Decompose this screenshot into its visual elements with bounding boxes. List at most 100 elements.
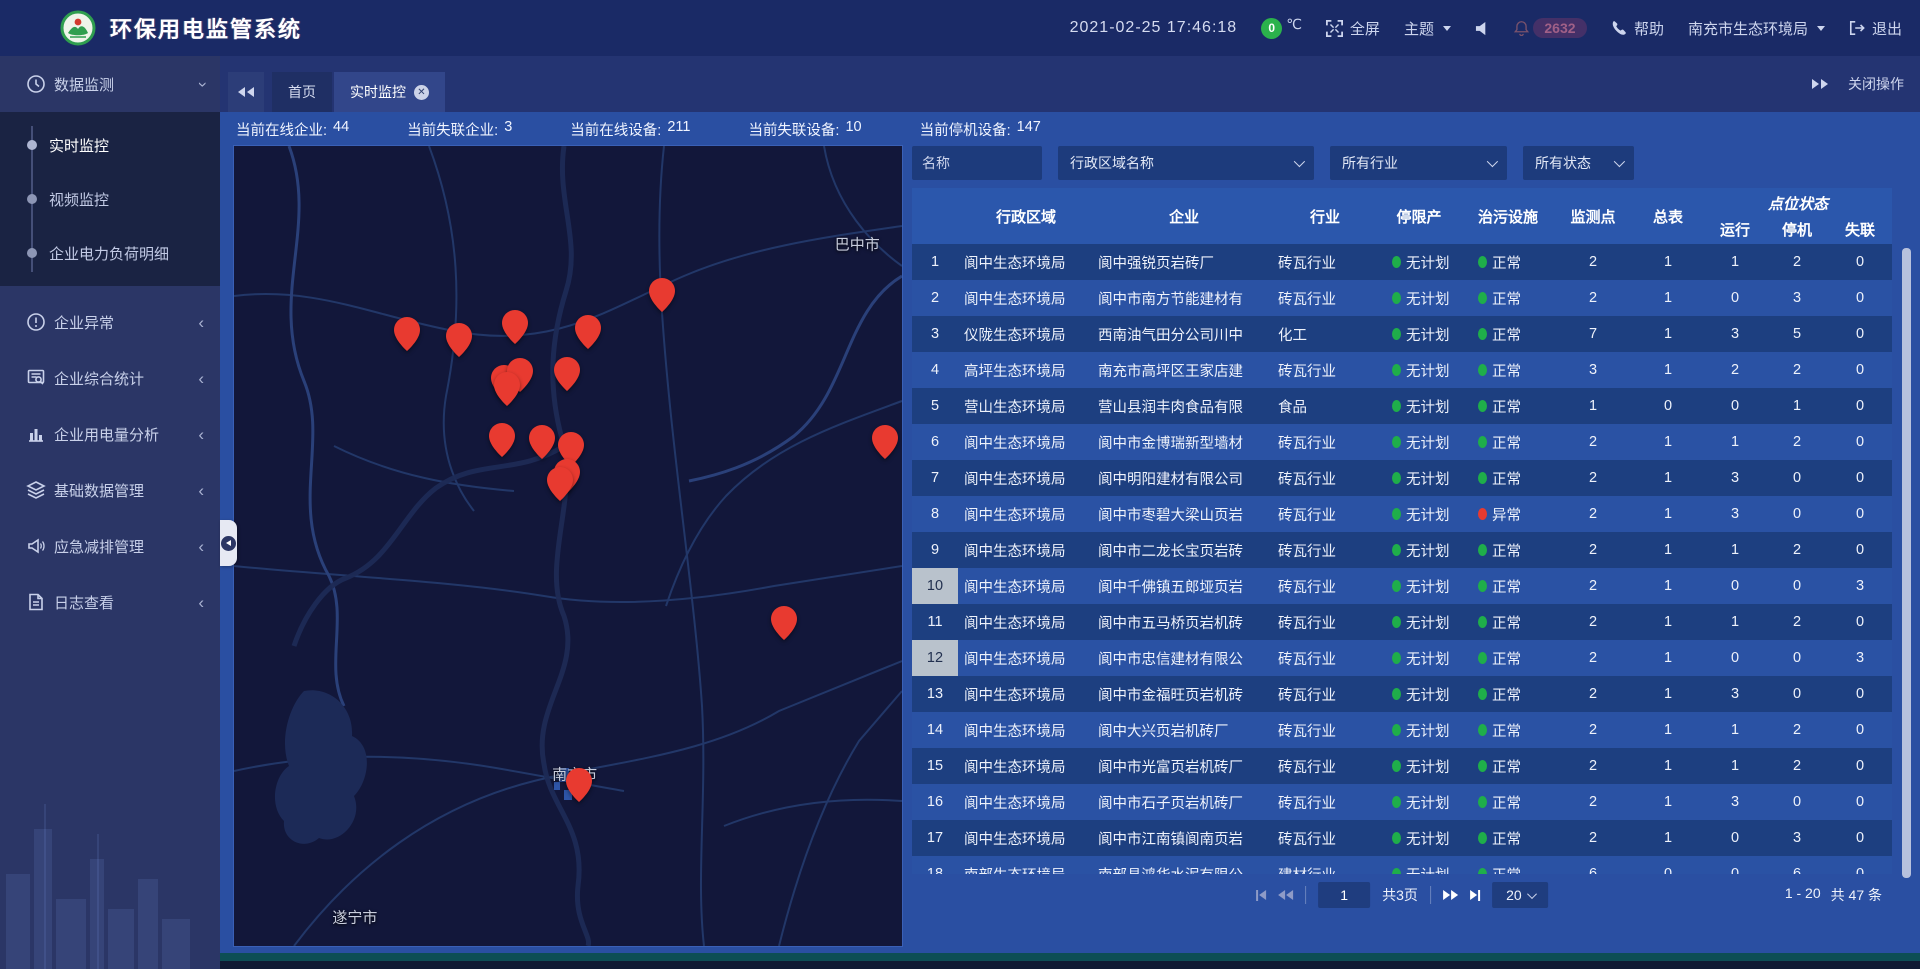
table-row[interactable]: 3 仪陇生态环境局 西南油气田分公司川中 化工 无计划 (912, 316, 1892, 352)
industry-filter-value: 所有行业 (1342, 153, 1398, 173)
table-row[interactable]: 15 阆中生态环境局 阆中市光富页岩机砖厂 砖瓦行业 无计划 (912, 748, 1892, 784)
logout-button[interactable]: 退出 (1849, 18, 1902, 39)
chevron-down-icon (1614, 156, 1625, 167)
mute-button[interactable] (1475, 21, 1490, 36)
table-scrollbar[interactable] (1902, 248, 1911, 878)
map-pin-icon[interactable] (446, 323, 472, 362)
table-row[interactable]: 8 阆中生态环境局 阆中市枣碧大梁山页岩 砖瓦行业 无计划 (912, 496, 1892, 532)
table-row[interactable]: 5 营山生态环境局 营山县润丰肉食品有限 食品 无计划 (912, 388, 1892, 424)
region-filter-select[interactable]: 行政区域名称 (1058, 146, 1314, 180)
table-row[interactable]: 9 阆中生态环境局 阆中市二龙长宝页岩砖 砖瓦行业 无计划 (912, 532, 1892, 568)
map-pin-icon[interactable] (394, 317, 420, 356)
map-pin-icon[interactable] (575, 315, 601, 354)
tabs-scroll-right-button[interactable] (1812, 79, 1828, 89)
bullet-dot-icon (27, 194, 37, 204)
tab-realtime-monitor[interactable]: 实时监控 ✕ (334, 72, 445, 112)
sidebar-item-enterprise-stats[interactable]: 企业综合统计 ‹ (0, 350, 220, 406)
cell-company: 南部县鸿华水泥有限公 (1094, 856, 1274, 874)
theme-dropdown[interactable]: 主题 (1404, 18, 1451, 39)
stat-item: 当前停机设备: 147 (920, 119, 1041, 140)
stat-value: 211 (667, 119, 690, 140)
cell-halt: 2 (1766, 532, 1828, 568)
stat-value: 44 (333, 119, 349, 140)
org-dropdown[interactable]: 南充市生态环境局 (1688, 18, 1825, 39)
col-industry: 行业 (1274, 188, 1376, 244)
map-panel[interactable]: 巴中市 南充市 遂宁市 (234, 146, 902, 946)
close-operations-button[interactable]: 关闭操作 (1848, 74, 1904, 94)
tab-close-icon[interactable]: ✕ (414, 85, 429, 100)
cell-stop-status: 无计划 (1376, 784, 1462, 820)
sidebar-subitem[interactable]: 视频监控 (0, 172, 220, 226)
sidebar-item-data-monitor[interactable]: 数据监测 ‹ (0, 56, 220, 112)
sidebar-collapse-handle[interactable] (220, 520, 237, 566)
stat-item: 当前失联设备: 10 (748, 119, 861, 140)
cell-run: 3 (1704, 676, 1766, 712)
map-pin-icon[interactable] (771, 606, 797, 645)
table-row[interactable]: 7 阆中生态环境局 阆中明阳建材有限公司 砖瓦行业 无计划 (912, 460, 1892, 496)
cell-company: 阆中市江南镇阆南页岩 (1094, 820, 1274, 856)
col-halt: 停机 (1766, 214, 1828, 244)
fullscreen-button[interactable]: 全屏 (1326, 18, 1380, 39)
bullet-dot-icon (27, 140, 37, 150)
table-row[interactable]: 16 阆中生态环境局 阆中市石子页岩机砖厂 砖瓦行业 无计划 (912, 784, 1892, 820)
table-row[interactable]: 10 阆中生态环境局 阆中千佛镇五郎垭页岩 砖瓦行业 无计划 (912, 568, 1892, 604)
sidebar-subitem[interactable]: 企业电力负荷明细 (0, 226, 220, 280)
stop-status-text: 无计划 (1406, 792, 1450, 813)
map-pin-icon[interactable] (649, 278, 675, 317)
sidebar-item-base-data[interactable]: 基础数据管理 ‹ (0, 462, 220, 518)
cell-stop-status: 无计划 (1376, 748, 1462, 784)
table-row[interactable]: 17 阆中生态环境局 阆中市江南镇阆南页岩 砖瓦行业 无计划 (912, 820, 1892, 856)
table-row[interactable]: 13 阆中生态环境局 阆中市金福旺页岩机砖 砖瓦行业 无计划 (912, 676, 1892, 712)
table-row[interactable]: 4 高坪生态环境局 南充市高坪区王家店建 砖瓦行业 无计划 (912, 352, 1892, 388)
status-dot-icon (1392, 580, 1401, 592)
prev-page-button[interactable] (1278, 890, 1293, 900)
city-name: 巴中市 (835, 237, 880, 254)
help-button[interactable]: 帮助 (1611, 18, 1664, 39)
sidebar-item-power-analysis[interactable]: 企业用电量分析 ‹ (0, 406, 220, 462)
map-pin-icon[interactable] (872, 425, 898, 464)
map-pin-icon[interactable] (554, 357, 580, 396)
page-size-select[interactable]: 20 (1492, 882, 1548, 908)
tab-home[interactable]: 首页 (272, 72, 332, 112)
page-input[interactable] (1318, 882, 1370, 908)
notifications-button[interactable]: 2632 (1514, 18, 1587, 38)
map-pin-icon[interactable] (489, 423, 515, 462)
cell-stop-status: 无计划 (1376, 280, 1462, 316)
facility-status-text: 正常 (1492, 432, 1521, 453)
table-row[interactable]: 18 南部生态环境局 南部县鸿华水泥有限公 建材行业 无计划 (912, 856, 1892, 874)
industry-filter-select[interactable]: 所有行业 (1330, 146, 1507, 180)
first-page-button[interactable] (1256, 890, 1266, 901)
map-pin-icon[interactable] (502, 310, 528, 349)
table-row[interactable]: 2 阆中生态环境局 阆中市南方节能建材有 砖瓦行业 无计划 (912, 280, 1892, 316)
table-body: 1 阆中生态环境局 阆中强锐页岩砖厂 砖瓦行业 无计划 (912, 244, 1892, 874)
status-dot-icon (1478, 652, 1487, 664)
table-row[interactable]: 11 阆中生态环境局 阆中市五马桥页岩机砖 砖瓦行业 无计划 (912, 604, 1892, 640)
stat-label: 当前在线设备: (570, 119, 661, 140)
map-pin-icon[interactable] (494, 372, 520, 411)
sidebar-item-logs[interactable]: 日志查看 ‹ (0, 574, 220, 630)
sidebar-subitem[interactable]: 实时监控 (0, 118, 220, 172)
map-pin-icon[interactable] (529, 425, 555, 464)
table-row[interactable]: 14 阆中生态环境局 阆中大兴页岩机砖厂 砖瓦行业 无计划 (912, 712, 1892, 748)
tabs-scroll-left-button[interactable] (228, 72, 264, 112)
page-title: 环保用电监管系统 (110, 12, 302, 44)
next-page-button[interactable] (1443, 890, 1458, 900)
status-filter-select[interactable]: 所有状态 (1523, 146, 1634, 180)
table-row[interactable]: 6 阆中生态环境局 阆中市金博瑞新型墙材 砖瓦行业 无计划 (912, 424, 1892, 460)
map-pin-icon[interactable] (547, 467, 573, 506)
cell-halt: 0 (1766, 676, 1828, 712)
sidebar-item-emergency[interactable]: 应急减排管理 ‹ (0, 518, 220, 574)
facility-status-text: 正常 (1492, 468, 1521, 489)
map-pin-icon[interactable] (566, 768, 592, 807)
cell-halt: 2 (1766, 352, 1828, 388)
table-row[interactable]: 12 阆中生态环境局 阆中市忠信建材有限公 砖瓦行业 无计划 (912, 640, 1892, 676)
cell-total: 1 (1632, 784, 1704, 820)
cell-index: 1 (912, 244, 958, 280)
sidebar-item-enterprise-abnormal[interactable]: 企业异常 ‹ (0, 294, 220, 350)
cell-index: 13 (912, 676, 958, 712)
cell-points: 2 (1554, 280, 1632, 316)
name-filter-input[interactable] (912, 146, 1042, 180)
last-page-button[interactable] (1470, 890, 1480, 901)
table-row[interactable]: 1 阆中生态环境局 阆中强锐页岩砖厂 砖瓦行业 无计划 (912, 244, 1892, 280)
cell-facility-status: 正常 (1462, 388, 1554, 424)
